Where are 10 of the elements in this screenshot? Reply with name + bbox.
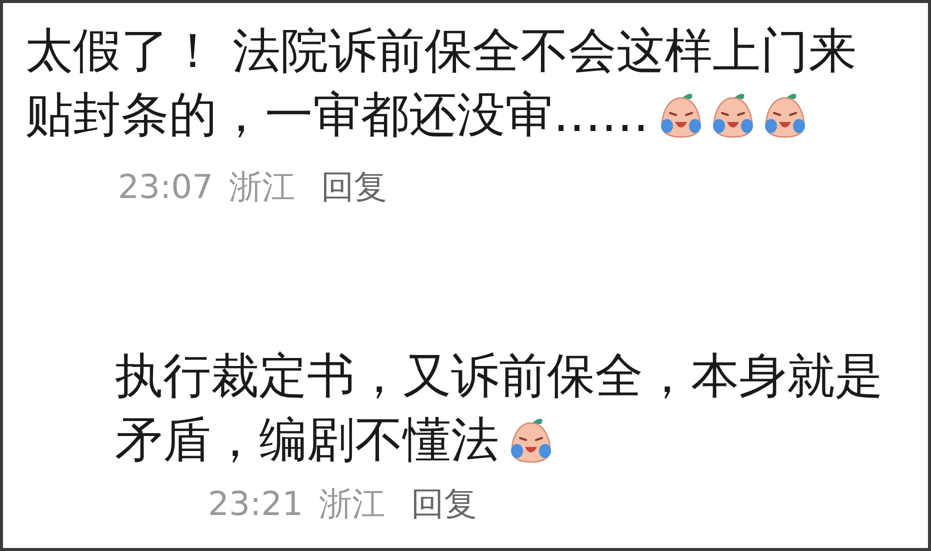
comment-location: 浙江 bbox=[229, 166, 296, 208]
comment-text: 贴封条的，一审都还没审…… bbox=[25, 86, 649, 145]
comment-location: 浙江 bbox=[319, 483, 386, 525]
comment-text: 太假了！ 法院诉前保全不会这样上门来 bbox=[25, 22, 856, 81]
comment-text: 矛盾，编剧不懂法 bbox=[115, 411, 499, 470]
comment-time: 23:07 bbox=[118, 166, 214, 208]
comment-time: 23:21 bbox=[208, 483, 304, 525]
comment-text: 执行裁定书，又诉前保全，本身就是 bbox=[115, 347, 883, 406]
reply-button[interactable]: 回复 bbox=[311, 165, 388, 209]
reply-button[interactable]: 回复 bbox=[401, 482, 478, 526]
